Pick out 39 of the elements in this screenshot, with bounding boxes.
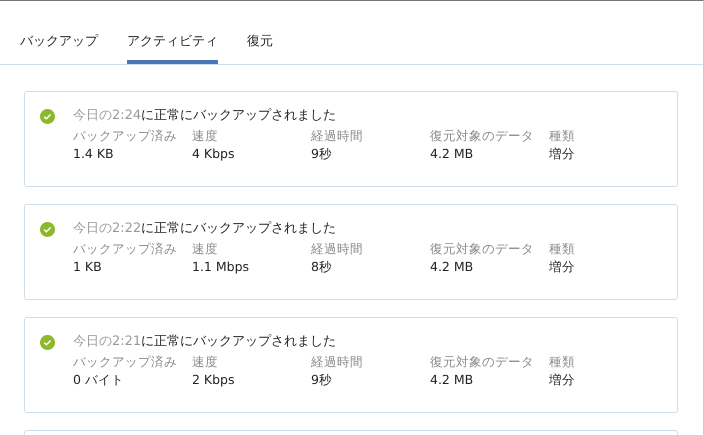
tab[interactable]: バックアップ bbox=[20, 1, 98, 64]
stat-label: 経過時間 bbox=[311, 240, 364, 258]
stat-label: 種類 bbox=[549, 353, 576, 371]
stat-label: 速度 bbox=[192, 127, 219, 145]
stat-label: バックアップ済み bbox=[73, 353, 178, 371]
tab[interactable]: 復元 bbox=[247, 1, 273, 64]
tab[interactable]: アクティビティ bbox=[127, 1, 218, 64]
stat-label: 復元対象のデータ bbox=[430, 127, 535, 145]
stat-value: 4.2 MB bbox=[430, 145, 474, 163]
stat-label: 復元対象のデータ bbox=[430, 353, 535, 371]
stat-value: 2 Kbps bbox=[192, 371, 236, 389]
backup-time: 今日の2:24 bbox=[73, 107, 142, 126]
stat-value: 9秒 bbox=[311, 371, 333, 389]
stat-value: 4 Kbps bbox=[192, 145, 236, 163]
stat-label: 復元対象のデータ bbox=[430, 240, 535, 258]
stat-value: 8秒 bbox=[311, 258, 333, 276]
stat-value: 1 KB bbox=[73, 258, 103, 276]
stat-value: 0 バイト bbox=[73, 371, 125, 389]
stat-value: 増分 bbox=[549, 258, 576, 276]
backup-time: 今日の2:22 bbox=[73, 220, 142, 238]
stat-label: バックアップ済み bbox=[73, 240, 178, 258]
backup-time: 今日の2:21 bbox=[73, 333, 142, 352]
stat-value: 1.1 Mbps bbox=[192, 258, 250, 276]
stat-value: 増分 bbox=[549, 371, 576, 389]
stat-value: 増分 bbox=[549, 145, 576, 163]
stat-label: 速度 bbox=[192, 353, 219, 371]
stat-label: 速度 bbox=[192, 240, 219, 258]
stat-value: 9秒 bbox=[311, 145, 333, 163]
stat-label: 種類 bbox=[549, 240, 576, 258]
stat-label: 種類 bbox=[549, 127, 576, 145]
stat-value: 4.2 MB bbox=[430, 258, 474, 276]
backup-message: に正常にバックアップされました bbox=[141, 220, 336, 238]
stat-label: 経過時間 bbox=[311, 127, 364, 145]
backup-message: に正常にバックアップされました bbox=[141, 107, 336, 126]
stat-value: 1.4 KB bbox=[73, 145, 115, 163]
stat-value: 4.2 MB bbox=[430, 371, 474, 389]
stat-label: 経過時間 bbox=[311, 353, 364, 371]
stat-label: バックアップ済み bbox=[73, 127, 178, 145]
backup-message: に正常にバックアップされました bbox=[141, 333, 336, 352]
